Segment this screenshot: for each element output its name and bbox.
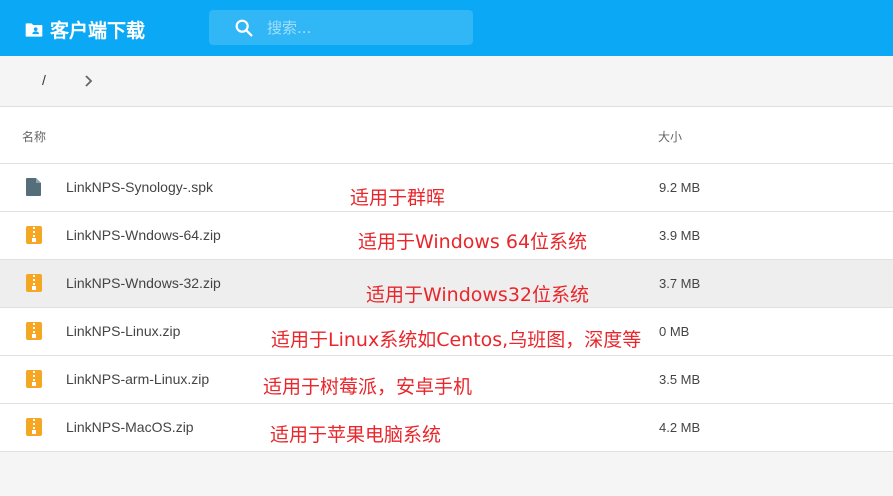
folder-user-icon bbox=[25, 22, 43, 37]
chevron-right-icon[interactable] bbox=[82, 72, 96, 90]
annotation-note: 适用于Windows32位系统 bbox=[366, 284, 589, 306]
file-size: 3.7 MB bbox=[659, 276, 701, 291]
file-size: 9.2 MB bbox=[659, 180, 701, 195]
file-icon bbox=[26, 178, 41, 196]
file-name[interactable]: LinkNPS-Wndows-64.zip bbox=[66, 227, 221, 243]
file-name[interactable]: LinkNPS-Wndows-32.zip bbox=[66, 275, 221, 291]
search-icon bbox=[235, 19, 253, 37]
file-size: 3.5 MB bbox=[659, 372, 701, 387]
file-size: 3.9 MB bbox=[659, 228, 701, 243]
file-row[interactable]: LinkNPS-Synology-.spk 9.2 MB bbox=[0, 164, 893, 212]
zip-icon bbox=[26, 274, 42, 292]
search-input[interactable] bbox=[265, 17, 459, 38]
empty-area bbox=[0, 452, 893, 496]
app-logo[interactable]: 客户端下载 bbox=[24, 16, 145, 43]
file-list-header: 名称 大小 bbox=[0, 107, 893, 164]
zip-icon bbox=[26, 418, 42, 436]
annotation-note: 适用于树莓派，安卓手机 bbox=[263, 376, 473, 398]
file-name[interactable]: LinkNPS-Synology-.spk bbox=[66, 179, 213, 195]
breadcrumb-root[interactable]: / bbox=[42, 72, 46, 88]
app-title: 客户端下载 bbox=[50, 20, 146, 42]
column-header-name[interactable]: 名称 bbox=[22, 128, 46, 145]
annotation-note: 适用于苹果电脑系统 bbox=[270, 424, 442, 446]
file-row[interactable]: LinkNPS-MacOS.zip 4.2 MB bbox=[0, 404, 893, 452]
search-box[interactable] bbox=[209, 10, 473, 45]
top-app-bar: 客户端下载 bbox=[0, 0, 893, 56]
file-name[interactable]: LinkNPS-Linux.zip bbox=[66, 323, 180, 339]
annotation-note: 适用于群晖 bbox=[350, 187, 446, 209]
file-size: 0 MB bbox=[659, 324, 690, 339]
column-header-size[interactable]: 大小 bbox=[658, 128, 682, 145]
file-name[interactable]: LinkNPS-MacOS.zip bbox=[66, 419, 194, 435]
file-name[interactable]: LinkNPS-arm-Linux.zip bbox=[66, 371, 209, 387]
zip-icon bbox=[26, 370, 42, 388]
zip-icon bbox=[26, 226, 42, 244]
annotation-note: 适用于Windows 64位系统 bbox=[358, 231, 588, 253]
breadcrumb: / bbox=[0, 56, 893, 107]
annotation-note: 适用于Linux系统如Centos,乌班图，深度等 bbox=[271, 325, 642, 352]
zip-icon bbox=[26, 322, 42, 340]
file-size: 4.2 MB bbox=[659, 420, 701, 435]
